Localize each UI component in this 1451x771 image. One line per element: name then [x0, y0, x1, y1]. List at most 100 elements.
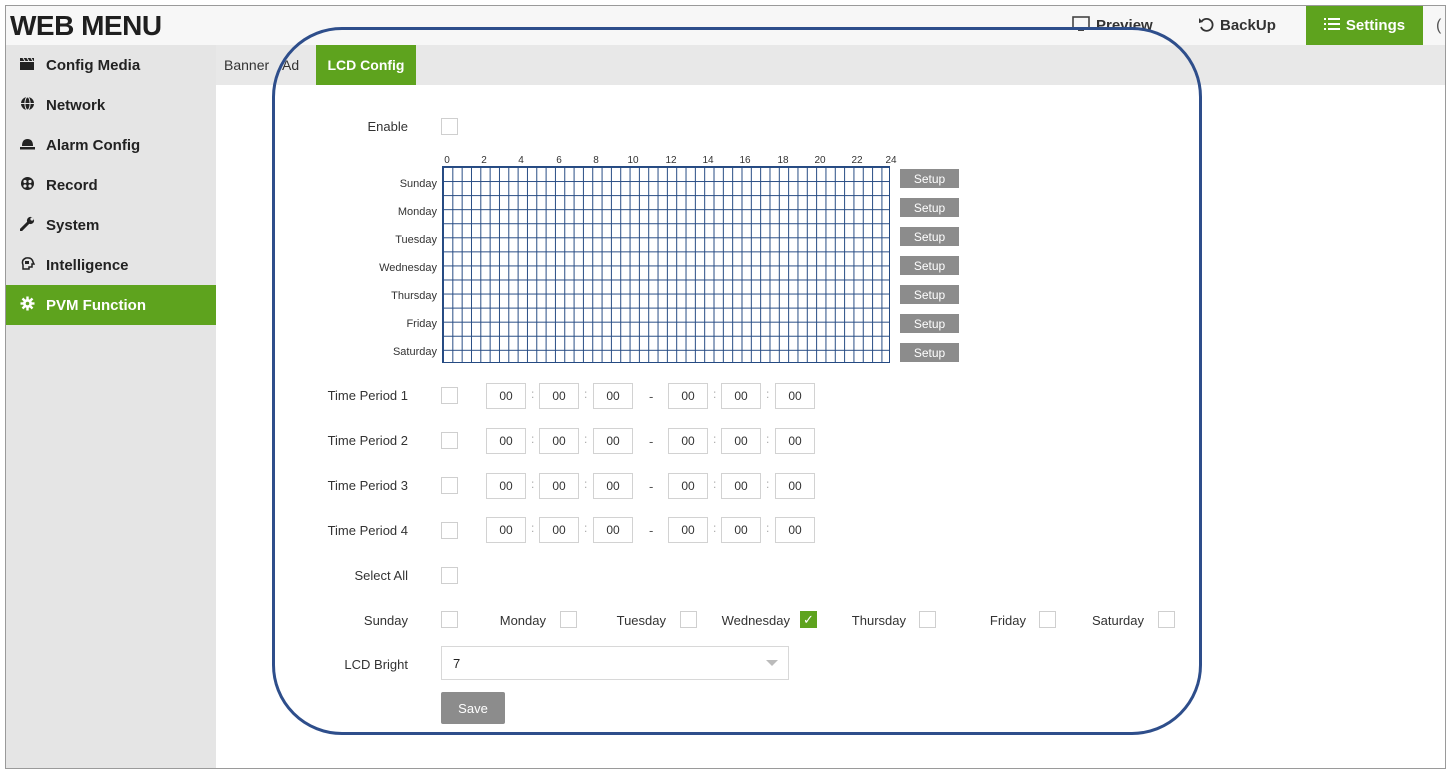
setup-button-monday[interactable]: Setup [900, 198, 959, 217]
end-hour-input[interactable]: 00 [668, 383, 708, 409]
hour-label: 0 [444, 155, 450, 166]
preview-nav[interactable]: Preview [1072, 6, 1153, 45]
time-separator: : [713, 387, 717, 401]
lcd-bright-label: LCD Bright [344, 657, 408, 672]
enable-checkbox[interactable] [441, 118, 458, 135]
sidebar-item-system[interactable]: System [6, 205, 216, 245]
time-separator: : [531, 521, 535, 535]
tab-banner[interactable]: Banner [216, 45, 269, 85]
sidebar-item-network[interactable]: Network [6, 85, 216, 125]
start-minute-input[interactable]: 00 [539, 473, 579, 499]
end-minute-input[interactable]: 00 [721, 428, 761, 454]
more-nav-icon[interactable]: ( [1436, 6, 1441, 45]
time-separator: : [584, 477, 588, 491]
sidebar-item-label: Record [46, 176, 98, 194]
sidebar-item-label: Intelligence [46, 256, 129, 274]
sidebar-item-intelligence[interactable]: Intelligence [6, 245, 216, 285]
lcd-bright-select[interactable]: 7 [441, 646, 789, 680]
end-hour-input[interactable]: 00 [668, 473, 708, 499]
hour-label: 24 [885, 155, 897, 166]
end-second-input[interactable]: 00 [775, 383, 815, 409]
tab-lcd-config[interactable]: LCD Config [316, 45, 416, 85]
weekday-checkbox-thursday[interactable] [919, 611, 936, 628]
start-hour-input[interactable]: 00 [486, 428, 526, 454]
start-second-input[interactable]: 00 [593, 383, 633, 409]
weekday-checkbox-wednesday[interactable]: ✓ [800, 611, 817, 628]
hour-label: 16 [739, 155, 751, 166]
time-period-4-label: Time Period 4 [327, 523, 408, 538]
setup-button-saturday[interactable]: Setup [900, 343, 959, 362]
setup-button-friday[interactable]: Setup [900, 314, 959, 333]
start-hour-input[interactable]: 00 [486, 517, 526, 543]
hour-label: 20 [814, 155, 826, 166]
hour-label: 2 [481, 155, 487, 166]
lcd-bright-value: 7 [453, 656, 461, 671]
sidebar-item-label: PVM Function [46, 296, 146, 314]
sidebar-item-label: Alarm Config [46, 136, 141, 154]
weekday-checkbox-friday[interactable] [1039, 611, 1056, 628]
time-period-3-checkbox[interactable] [441, 477, 458, 494]
time-period-2-checkbox[interactable] [441, 432, 458, 449]
end-second-input[interactable]: 00 [775, 428, 815, 454]
schedule-day-label: Monday [397, 206, 437, 218]
weekday-checkbox-saturday[interactable] [1158, 611, 1175, 628]
record-reel-icon [16, 176, 38, 194]
sidebar-item-pvm-function[interactable]: PVM Function [6, 285, 216, 325]
time-range-dash: - [649, 523, 654, 538]
time-period-1-checkbox[interactable] [441, 387, 458, 404]
end-second-input[interactable]: 00 [775, 517, 815, 543]
setup-button-sunday[interactable]: Setup [900, 169, 959, 188]
time-range-dash: - [649, 479, 654, 494]
clapperboard-icon [16, 57, 38, 74]
weekday-label-tuesday: Tuesday [616, 613, 666, 628]
end-minute-input[interactable]: 00 [721, 473, 761, 499]
end-minute-input[interactable]: 00 [721, 383, 761, 409]
time-separator: : [713, 432, 717, 446]
start-second-input[interactable]: 00 [593, 473, 633, 499]
backup-nav[interactable]: BackUp [1198, 6, 1276, 45]
sidebar-item-config-media[interactable]: Config Media [6, 45, 216, 85]
sidebar-item-record[interactable]: Record [6, 165, 216, 205]
gear-icon [16, 296, 38, 314]
wrench-icon [16, 216, 38, 234]
setup-button-wednesday[interactable]: Setup [900, 256, 959, 275]
undo-icon [1198, 16, 1214, 36]
hour-label: 22 [851, 155, 863, 166]
start-hour-input[interactable]: 00 [486, 473, 526, 499]
start-minute-input[interactable]: 00 [539, 383, 579, 409]
time-period-3-label: Time Period 3 [327, 478, 408, 493]
settings-nav[interactable]: Settings [1306, 6, 1423, 45]
start-hour-input[interactable]: 00 [486, 383, 526, 409]
time-separator: : [531, 477, 535, 491]
weekday-checkbox-monday[interactable] [560, 611, 577, 628]
time-separator: : [766, 432, 770, 446]
sidebar-item-alarm-config[interactable]: Alarm Config [6, 125, 216, 165]
end-second-input[interactable]: 00 [775, 473, 815, 499]
sidebar-item-label: Network [46, 96, 106, 114]
start-second-input[interactable]: 00 [593, 428, 633, 454]
schedule-day-label: Tuesday [395, 234, 437, 246]
hour-label: 10 [627, 155, 639, 166]
start-minute-input[interactable]: 00 [539, 517, 579, 543]
time-period-4-checkbox[interactable] [441, 522, 458, 539]
time-separator: : [766, 477, 770, 491]
start-minute-input[interactable]: 00 [539, 428, 579, 454]
schedule-grid[interactable] [442, 166, 890, 363]
start-second-input[interactable]: 00 [593, 517, 633, 543]
hour-label: 14 [702, 155, 714, 166]
weekday-checkbox-sunday[interactable] [441, 611, 458, 628]
weekday-checkbox-tuesday[interactable] [680, 611, 697, 628]
time-period-1-label: Time Period 1 [327, 388, 408, 403]
end-minute-input[interactable]: 00 [721, 517, 761, 543]
select-all-checkbox[interactable] [441, 567, 458, 584]
time-separator: : [584, 432, 588, 446]
save-button[interactable]: Save [441, 692, 505, 724]
end-hour-input[interactable]: 00 [668, 517, 708, 543]
tab-ad[interactable]: Ad [282, 45, 299, 85]
sidebar-item-label: System [46, 216, 100, 234]
end-hour-input[interactable]: 00 [668, 428, 708, 454]
setup-button-tuesday[interactable]: Setup [900, 227, 959, 246]
schedule-day-label: Thursday [391, 290, 437, 302]
time-separator: : [584, 521, 588, 535]
setup-button-thursday[interactable]: Setup [900, 285, 959, 304]
